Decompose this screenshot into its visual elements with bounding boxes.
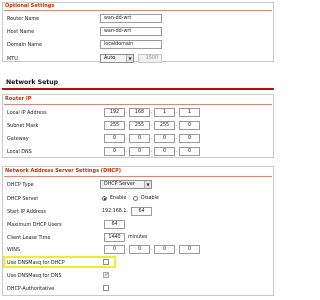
legend-divider [4,104,272,105]
local-ip-label: Local IP Address [7,110,47,116]
ip-dot: . [126,246,128,252]
mtu-mode-value: Auto [104,56,116,61]
dhcp-authoritative-checkbox[interactable] [103,285,109,291]
local-dns-label: Local DNS [7,149,32,155]
dhcp-type-select[interactable]: DHCP Server ▼ [100,180,152,189]
chevron-down-icon: ▼ [126,55,133,62]
local-ip-octet-4[interactable]: 1 [179,108,200,117]
gateway-octet-3[interactable]: 0 [154,134,175,143]
host-name-label: Host Name [7,29,35,35]
local-dns-octet-4[interactable]: 0 [179,147,200,156]
local-dns-octet-2[interactable]: 0 [129,147,150,156]
local-ip-octet-1[interactable]: 192 [104,108,125,117]
mtu-label: MTU [7,56,18,62]
dhcp-type-value: DHCP Server [104,182,135,187]
gateway-label: Gateway [7,136,29,142]
network-setup-title: Network Setup [6,79,59,86]
ip-dot: . [126,109,128,115]
dhcp-legend: Network Address Server Settings (DHCP) [5,168,122,174]
optional-settings-legend: Optional Settings [5,3,55,9]
wins-octet-1[interactable]: 0 [104,245,125,254]
lease-time-label: Client Lease Time [7,235,51,241]
ip-dot: . [151,109,153,115]
max-users-input[interactable]: 64 [104,220,125,229]
start-ip-label: Start IP Address [7,209,46,215]
dnsmasq-dhcp-label: Use DNSMasq for DHCP [7,260,65,266]
local-ip-octet-3[interactable]: 1 [154,108,175,117]
subnet-mask-label: Subnet Mask [7,123,39,129]
dhcp-server-disable-radio[interactable] [133,196,138,201]
dhcp-server-enable-label: Enable [110,196,127,201]
lease-time-input[interactable]: 1440 [104,233,125,242]
dhcp-server-label: DHCP Server [7,196,39,202]
subnet-mask-octet-2[interactable]: 255 [129,121,150,130]
router-name-input[interactable]: wan-dd-wrt [100,14,162,23]
ip-dot: . [176,135,178,141]
chevron-down-icon: ▼ [144,181,151,188]
gateway-octet-4[interactable]: 0 [179,134,200,143]
max-users-label: Maximum DHCP Users [7,222,62,228]
ip-dot: . [126,122,128,128]
ip-dot: . [151,148,153,154]
legend-divider [4,10,272,11]
dhcp-server-disable-label: Disable [141,196,159,201]
subnet-mask-octet-3[interactable]: 255 [154,121,175,130]
wins-octet-2[interactable]: 0 [129,245,150,254]
dhcp-server-enable-radio[interactable] [102,196,107,201]
ip-dot: . [176,109,178,115]
ip-dot: . [176,246,178,252]
checkmark-icon: ✓ [104,271,110,278]
dnsmasq-dhcp-checkbox[interactable] [103,259,109,265]
wins-octet-3[interactable]: 0 [154,245,175,254]
dhcp-authoritative-label: DHCP-Authoritative [7,286,55,292]
subnet-mask-octet-1[interactable]: 255 [104,121,125,130]
dnsmasq-dns-checkbox[interactable]: ✓ [103,271,110,278]
dnsmasq-dns-label: Use DNSMasq for DNS [7,273,62,279]
ip-dot: . [176,148,178,154]
section-rule [2,88,274,90]
ip-dot: . [176,122,178,128]
start-ip-input[interactable]: 64 [131,207,152,216]
gateway-octet-1[interactable]: 0 [104,134,125,143]
lease-time-unit: minutes [128,235,148,240]
ip-dot: . [151,122,153,128]
local-ip-octet-2[interactable]: 168 [129,108,150,117]
legend-divider [4,176,272,177]
wins-octet-4[interactable]: 0 [179,245,200,254]
ip-dot: . [126,148,128,154]
mtu-value-input: 1500 [138,54,162,63]
domain-name-input[interactable]: localdomain [100,40,162,49]
mtu-mode-select[interactable]: Auto ▼ [100,54,134,63]
ip-dot: . [151,246,153,252]
subnet-mask-octet-4[interactable]: 0 [179,121,200,130]
router-name-label: Router Name [7,16,40,22]
dhcp-type-label: DHCP Type [7,182,34,188]
start-ip-prefix: 192.168.1. [102,209,128,214]
domain-name-label: Domain Name [7,42,42,48]
router-ip-legend: Router IP [5,96,32,102]
local-dns-octet-3[interactable]: 0 [154,147,175,156]
wins-label: WINS [7,247,21,253]
ip-dot: . [151,135,153,141]
gateway-octet-2[interactable]: 0 [129,134,150,143]
host-name-input[interactable]: wan-dd-wrt [100,27,162,36]
local-dns-octet-1[interactable]: 0 [104,147,125,156]
ip-dot: . [126,135,128,141]
